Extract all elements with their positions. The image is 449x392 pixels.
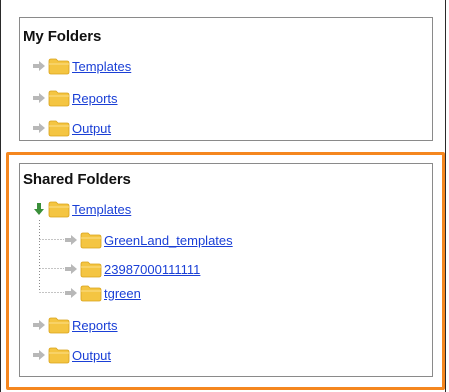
folder-link-tgreen[interactable]: tgreen xyxy=(104,286,141,301)
my-folders-item-templates[interactable]: Templates xyxy=(32,56,131,76)
folder-link-templates[interactable]: Templates xyxy=(72,59,131,74)
folder-link-output[interactable]: Output xyxy=(72,121,111,136)
shared-subfolder-23987000111111[interactable]: 23987000111111 xyxy=(64,259,200,279)
my-folders-panel: My Folders Templates Reports Output xyxy=(19,17,433,141)
folder-icon xyxy=(48,316,70,334)
shared-folders-panel: Shared Folders Templates GreenLand_templ… xyxy=(19,163,433,377)
my-folders-item-output[interactable]: Output xyxy=(32,118,111,138)
folder-icon xyxy=(48,57,70,75)
folder-icon xyxy=(48,346,70,364)
folder-link-reports[interactable]: Reports xyxy=(72,318,118,333)
arrow-right-icon[interactable] xyxy=(32,348,46,362)
arrow-right-icon[interactable] xyxy=(32,318,46,332)
shared-folders-title: Shared Folders xyxy=(23,171,131,188)
arrow-down-icon[interactable] xyxy=(32,202,46,216)
folder-icon xyxy=(80,231,102,249)
folder-icon xyxy=(48,89,70,107)
my-folders-item-reports[interactable]: Reports xyxy=(32,88,118,108)
arrow-right-icon[interactable] xyxy=(32,91,46,105)
shared-folders-item-output[interactable]: Output xyxy=(32,345,111,365)
shared-subfolder-tgreen[interactable]: tgreen xyxy=(64,283,141,303)
arrow-right-icon[interactable] xyxy=(32,121,46,135)
folder-icon xyxy=(48,200,70,218)
folder-link-output[interactable]: Output xyxy=(72,348,111,363)
arrow-right-icon[interactable] xyxy=(32,59,46,73)
folder-icon xyxy=(80,260,102,278)
arrow-right-icon[interactable] xyxy=(64,262,78,276)
folder-icon xyxy=(80,284,102,302)
shared-folders-item-templates[interactable]: Templates xyxy=(32,199,131,219)
folder-link-greenland-templates[interactable]: GreenLand_templates xyxy=(104,233,233,248)
folder-icon xyxy=(48,119,70,137)
shared-subfolder-greenland-templates[interactable]: GreenLand_templates xyxy=(64,230,233,250)
arrow-right-icon[interactable] xyxy=(64,233,78,247)
my-folders-title: My Folders xyxy=(23,28,102,45)
folder-link-23987000111111[interactable]: 23987000111111 xyxy=(104,262,200,277)
shared-folders-item-reports[interactable]: Reports xyxy=(32,315,118,335)
folder-link-templates[interactable]: Templates xyxy=(72,202,131,217)
folder-link-reports[interactable]: Reports xyxy=(72,91,118,106)
arrow-right-icon[interactable] xyxy=(64,286,78,300)
